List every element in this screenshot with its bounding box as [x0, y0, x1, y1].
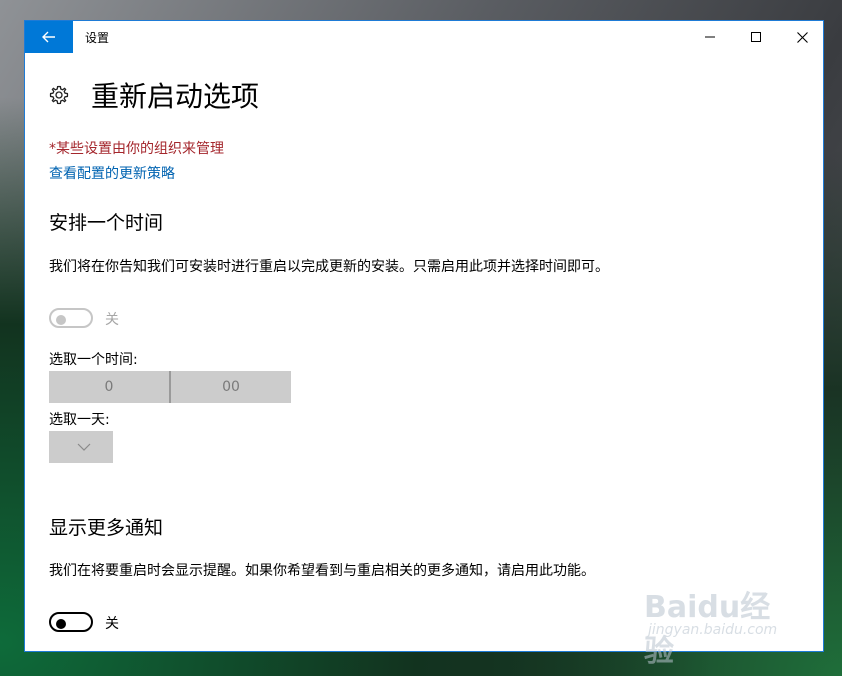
back-arrow-icon [42, 31, 55, 43]
window-title: 设置 [85, 31, 110, 45]
watermark-url: jingyan.baidu.com [648, 622, 778, 638]
back-button[interactable] [25, 21, 73, 53]
minimize-icon [705, 36, 715, 38]
time-picker-label: 选取一个时间: [49, 352, 138, 368]
settings-content: 重新启动选项 *某些设置由你的组织来管理 查看配置的更新策略 安排一个时间 我们… [49, 53, 799, 651]
notifications-section-title: 显示更多通知 [49, 517, 164, 539]
maximize-button[interactable] [733, 21, 779, 53]
notifications-description: 我们在将要重启时会显示提醒。如果你希望看到与重启相关的更多通知，请启用此功能。 [49, 563, 595, 579]
page-title: 重新启动选项 [91, 80, 260, 113]
notifications-toggle[interactable] [49, 612, 93, 632]
maximize-icon [751, 32, 761, 42]
minimize-button[interactable] [687, 21, 733, 53]
title-bar: 设置 [25, 21, 823, 53]
schedule-toggle[interactable] [49, 308, 93, 328]
close-icon [796, 31, 808, 43]
toggle-knob [56, 315, 66, 325]
settings-window: 设置 重新启动选项 *某些设置由你的组织来管理 查看配置的更新策略 安排一个时间… [24, 20, 824, 652]
baidu-watermark: Baidu经验 jingyan.baidu.com [640, 580, 800, 669]
schedule-description: 我们将在你告知我们可安装时进行重启以完成更新的安装。只需启用此项并选择时间即可。 [49, 259, 609, 275]
close-button[interactable] [779, 21, 823, 53]
schedule-section-title: 安排一个时间 [49, 212, 164, 234]
toggle-knob [56, 619, 66, 629]
view-policies-link[interactable]: 查看配置的更新策略 [49, 163, 175, 183]
hour-field[interactable]: 0 [49, 371, 169, 403]
time-picker[interactable]: 0 00 [49, 371, 291, 403]
managed-by-org-notice: *某些设置由你的组织来管理 [49, 141, 224, 157]
notifications-toggle-state: 关 [105, 616, 119, 632]
day-picker-label: 选取一天: [49, 412, 110, 428]
page-header: 重新启动选项 [49, 75, 259, 115]
day-select[interactable] [49, 431, 113, 463]
minute-field[interactable]: 00 [171, 371, 291, 403]
schedule-toggle-state: 关 [105, 312, 119, 328]
gear-icon [49, 85, 69, 105]
chevron-down-icon [77, 443, 91, 451]
